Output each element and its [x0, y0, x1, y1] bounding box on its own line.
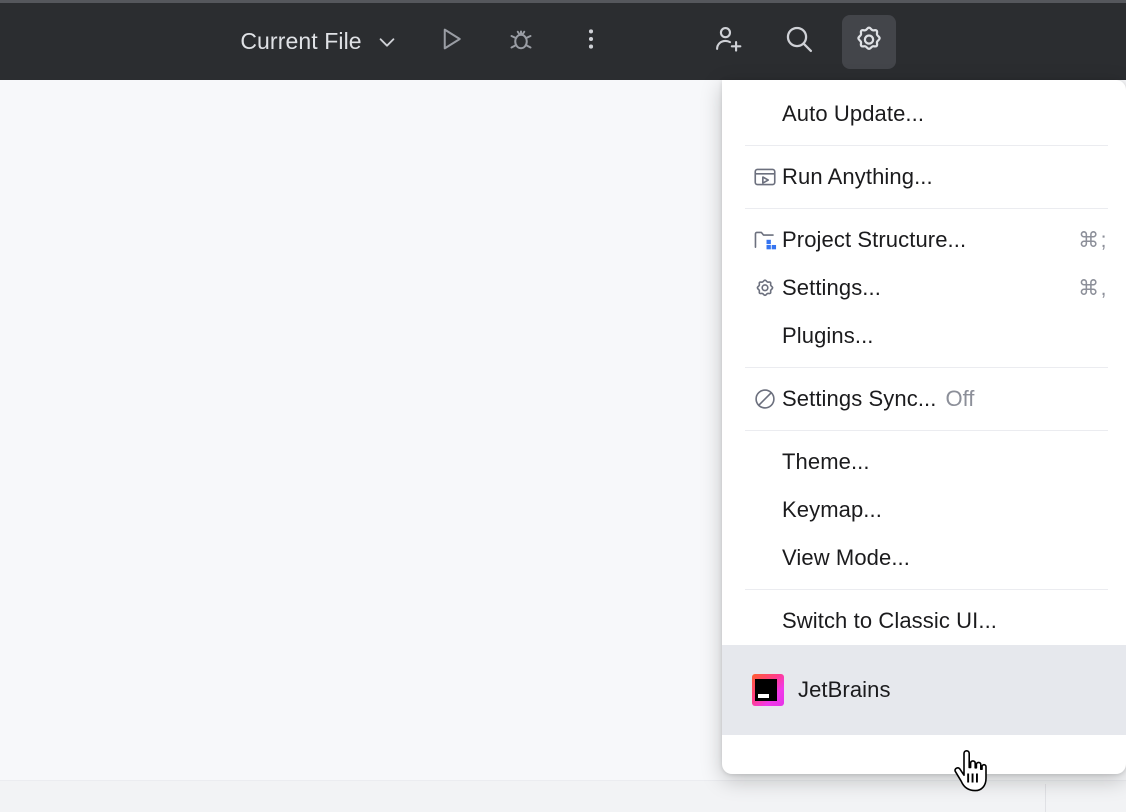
run-anything-icon	[752, 163, 782, 191]
menu-item-auto-update[interactable]: Auto Update...	[722, 90, 1126, 138]
menu-item-keymap[interactable]: Keymap...	[722, 486, 1126, 534]
main-settings-menu: Auto Update... Run Anything...	[722, 80, 1126, 774]
toolbar-controls: Current File	[0, 3, 1126, 80]
main-toolbar: Current File	[0, 0, 1126, 80]
menu-item-icon-placeholder	[752, 448, 782, 476]
menu-item-switch-to-classic-ui[interactable]: Switch to Classic UI...	[722, 597, 1126, 645]
menu-item-view-mode[interactable]: View Mode...	[722, 534, 1126, 582]
run-configuration-selector[interactable]: Current File	[230, 22, 407, 61]
settings-sync-status: Off	[945, 386, 974, 412]
project-structure-icon	[752, 226, 782, 254]
menu-item-label: Settings Sync...	[782, 386, 936, 412]
menu-item-shortcut: ⌘;	[1078, 228, 1108, 253]
menu-separator	[745, 589, 1108, 590]
menu-item-label: Theme...	[782, 449, 870, 475]
menu-item-icon-placeholder	[752, 544, 782, 572]
menu-item-theme[interactable]: Theme...	[722, 438, 1126, 486]
run-configuration-label: Current File	[240, 28, 361, 55]
menu-item-settings-sync[interactable]: Settings Sync... Off	[722, 375, 1126, 423]
more-actions-button[interactable]	[564, 15, 618, 69]
menu-separator	[745, 145, 1108, 146]
menu-item-plugins[interactable]: Plugins...	[722, 312, 1126, 360]
menu-item-shortcut: ⌘,	[1078, 276, 1108, 301]
debug-button[interactable]	[494, 15, 548, 69]
search-icon	[782, 22, 816, 61]
search-button[interactable]	[772, 15, 826, 69]
jetbrains-logo-icon	[752, 674, 798, 706]
menu-item-label: Settings...	[782, 275, 881, 301]
status-bar	[0, 780, 1126, 812]
code-with-me-button[interactable]	[702, 15, 756, 69]
more-vertical-icon	[578, 26, 604, 57]
menu-separator	[745, 367, 1108, 368]
menu-item-jetbrains[interactable]: JetBrains	[722, 645, 1126, 735]
menu-item-label: Switch to Classic UI...	[782, 608, 997, 634]
menu-items-container: Auto Update... Run Anything...	[722, 80, 1126, 774]
chevron-down-icon	[376, 31, 398, 53]
menu-item-label: Run Anything...	[782, 164, 933, 190]
menu-item-icon-placeholder	[752, 322, 782, 350]
menu-item-run-anything[interactable]: Run Anything...	[722, 153, 1126, 201]
menu-item-label: Auto Update...	[782, 101, 924, 127]
menu-item-label: Plugins...	[782, 323, 874, 349]
menu-item-label: View Mode...	[782, 545, 910, 571]
menu-item-icon-placeholder	[752, 496, 782, 524]
gear-icon	[752, 274, 782, 302]
run-play-icon	[436, 24, 466, 59]
add-user-icon	[712, 22, 746, 61]
menu-separator	[745, 208, 1108, 209]
menu-item-label: JetBrains	[798, 677, 891, 703]
menu-item-icon-placeholder	[752, 100, 782, 128]
menu-item-project-structure[interactable]: Project Structure... ⌘;	[722, 216, 1126, 264]
status-bar-divider	[1045, 784, 1046, 812]
run-button[interactable]	[424, 15, 478, 69]
menu-item-icon-placeholder	[752, 607, 782, 635]
debug-bug-icon	[506, 24, 536, 59]
menu-item-label: Keymap...	[782, 497, 882, 523]
menu-item-label: Project Structure...	[782, 227, 966, 253]
menu-separator	[745, 430, 1108, 431]
ide-window: Current File	[0, 0, 1126, 812]
settings-button[interactable]	[842, 15, 896, 69]
gear-icon	[852, 22, 886, 61]
menu-item-settings[interactable]: Settings... ⌘,	[722, 264, 1126, 312]
settings-sync-off-icon	[752, 385, 782, 413]
